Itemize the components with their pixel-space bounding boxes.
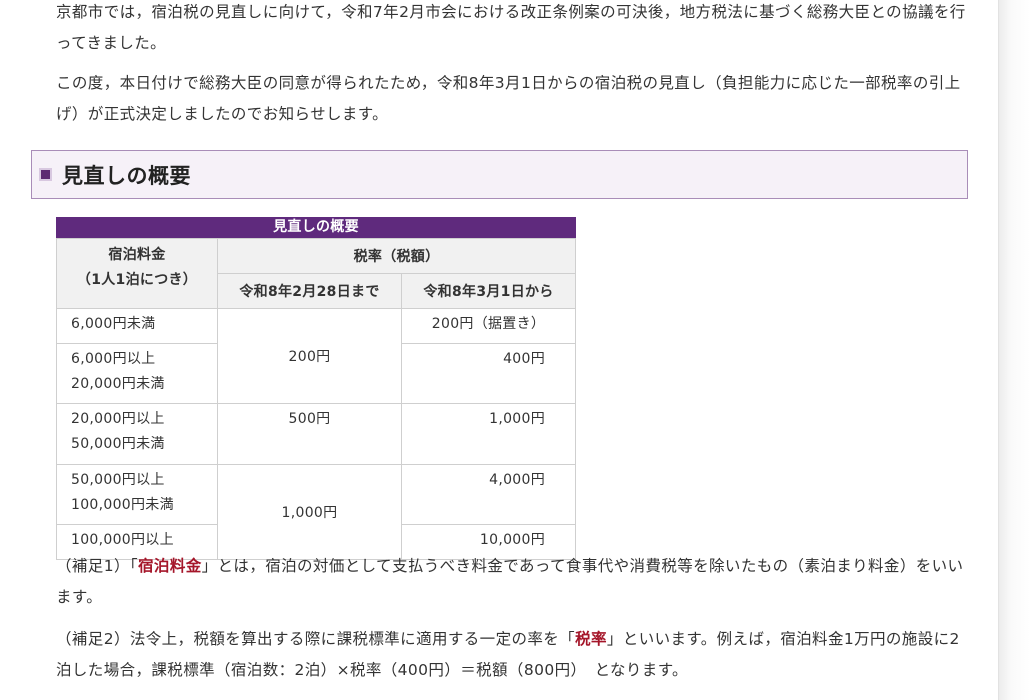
new-rate-cell: 1,000円 (401, 403, 576, 465)
fee-cell: 20,000円以上 50,000円未満 (56, 403, 218, 465)
section-heading: 見直しの概要 (31, 150, 968, 199)
fee-cell: 50,000円以上 100,000円未満 (56, 464, 218, 525)
note-2-prefix: （補足2）法令上，税額を算出する際に課税標準に適用する一定の率を「 (56, 630, 576, 648)
fee-cell: 6,000円以上 20,000円未満 (56, 343, 218, 404)
fee-upper-bound: 20,000円未満 (71, 376, 165, 392)
new-rate-cell: 200円（据置き） (401, 308, 576, 344)
table-row: 6,000円未満 200円 200円（据置き） (56, 308, 576, 404)
tax-rate-table: 見直しの概要 宿泊料金 （1人1泊につき） 税率（税額） 令和8年2月28日まで… (56, 217, 576, 560)
header-fee-unit: （1人1泊につき） (76, 272, 198, 288)
note-2-keyword: 税率 (575, 630, 607, 648)
new-rate-cell: 400円 (401, 343, 576, 404)
header-rate: 税率（税額） (217, 238, 576, 274)
table-row: 20,000円以上 50,000円未満 500円 1,000円 (56, 403, 576, 465)
intro-paragraph-2: この度，本日付けで総務大臣の同意が得られたため，令和8年3月1日からの宿泊税の見… (56, 74, 961, 123)
table-row: 50,000円以上 100,000円未満 1,000円 4,000円 (56, 464, 576, 560)
table-caption: 見直しの概要 (56, 217, 576, 238)
intro-paragraph-1: 京都市では，宿泊税の見直しに向けて，令和7年2月市会における改正条例案の可決後，… (56, 3, 966, 52)
header-fee-label: 宿泊料金 (108, 247, 166, 263)
fee-cell: 6,000円未満 (56, 308, 218, 344)
header-fee: 宿泊料金 （1人1泊につき） (56, 238, 218, 309)
note-1-prefix: （補足1）「 (56, 557, 139, 575)
old-rate-cell: 1,000円 (217, 464, 402, 560)
fee-upper-bound: 50,000円未満 (71, 436, 165, 452)
fee-lower-bound: 20,000円以上 (71, 411, 165, 427)
square-bullet-icon (39, 168, 52, 181)
old-rate-cell: 200円 (217, 308, 402, 404)
section-title: 見直しの概要 (62, 164, 191, 188)
fee-lower-bound: 6,000円以上 (71, 351, 156, 367)
fee-upper-bound: 100,000円未満 (71, 497, 174, 513)
note-1-keyword: 宿泊料金 (138, 557, 202, 575)
note-1: （補足1）「宿泊料金」とは，宿泊の対価として支払うべき料金であって食事代や消費税… (56, 551, 971, 613)
new-rate-cell: 4,000円 (401, 464, 576, 525)
page-edge-shadow (999, 0, 1030, 700)
header-col-old: 令和8年2月28日まで (217, 273, 402, 309)
header-col-new: 令和8年3月1日から (401, 273, 576, 309)
note-2: （補足2）法令上，税額を算出する際に課税標準に適用する一定の率を「税率」といいま… (56, 624, 971, 686)
old-rate-cell: 500円 (217, 403, 402, 465)
fee-lower-bound: 50,000円以上 (71, 472, 165, 488)
